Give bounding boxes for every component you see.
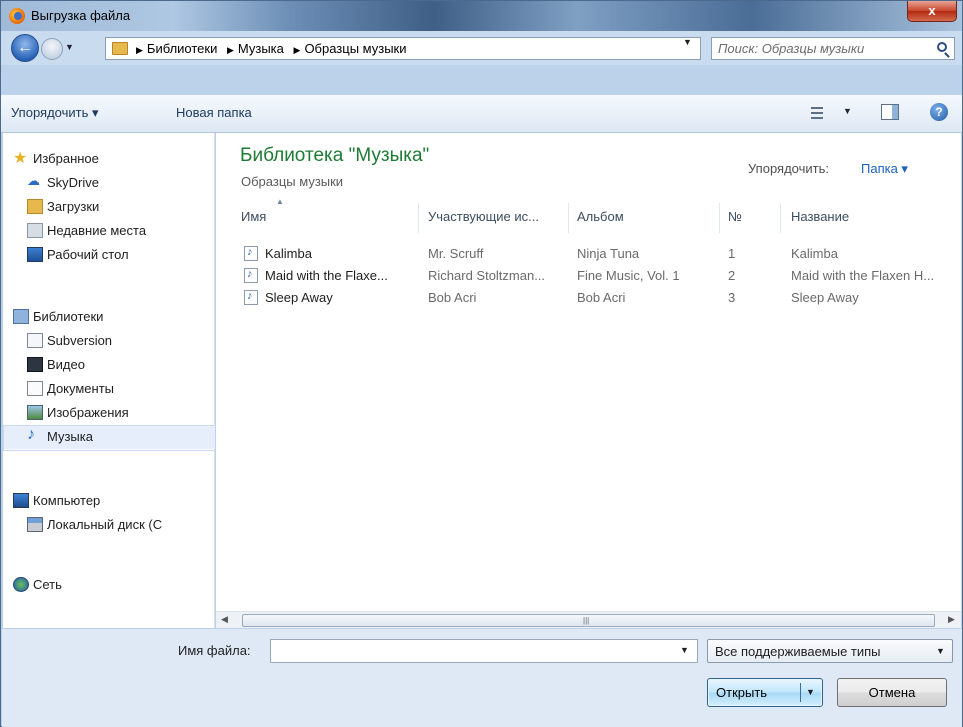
nav-item-recent-places[interactable]: Недавние места [3,219,215,243]
audio-file-icon [244,268,258,283]
hard-drive-icon [27,517,43,532]
search-input[interactable]: Поиск: Образцы музыки [718,41,864,56]
column-header-number[interactable]: № [728,209,742,233]
breadcrumb-music[interactable]: Музыка [238,41,284,56]
nav-item-network[interactable]: Сеть [3,573,215,597]
images-icon [27,405,43,420]
cancel-button[interactable]: Отмена [837,678,947,707]
title-bar: Выгрузка файла x [1,1,962,31]
nav-item-downloads[interactable]: Загрузки [3,195,215,219]
grip-icon: ||| [583,616,590,625]
column-header-album[interactable]: Альбом [577,209,624,233]
nav-item-images[interactable]: Изображения [3,401,215,425]
new-folder-button[interactable]: Новая папка [176,105,252,120]
music-note-icon: ♪ [27,426,35,443]
folder-icon [112,42,128,55]
preview-pane-icon[interactable] [881,104,899,120]
window-title: Выгрузка файла [31,8,131,23]
library-subtitle: Образцы музыки [241,174,344,189]
filename-dropdown-icon[interactable]: ▼ [680,645,689,655]
file-row[interactable]: Maid with the Flaxe... Richard Stoltzman… [232,265,961,287]
search-box[interactable]: Поиск: Образцы музыки [711,37,955,60]
arrange-by-dropdown[interactable]: Папка ▾ [861,161,908,177]
column-divider[interactable] [568,203,569,233]
search-icon[interactable] [937,42,947,52]
command-bar: Упорядочить ▾ Новая папка ▼ ? [1,95,962,133]
chevron-right-icon: ▶ [293,45,301,55]
file-row[interactable]: Kalimba Mr. Scruff Ninja Tuna 1 Kalimba [232,243,961,265]
file-type-dropdown-icon[interactable]: ▼ [936,646,945,656]
split-divider [800,683,801,702]
nav-item-video[interactable]: Видео [3,353,215,377]
cancel-button-label: Отмена [868,685,916,700]
open-button-label: Открыть [716,685,768,700]
view-options-icon[interactable] [809,105,837,121]
document-library-icon [27,333,43,348]
column-header-title[interactable]: Название [791,209,849,233]
arrange-by-label: Упорядочить: [748,161,829,176]
network-icon [13,577,29,592]
computer-icon [13,493,29,508]
nav-item-local-disk[interactable]: Локальный диск (C [3,513,215,537]
view-dropdown-icon[interactable]: ▼ [843,106,852,116]
desktop-icon [27,247,43,262]
file-list-view: Библиотека "Музыка" Образцы музыки Упоря… [216,133,961,611]
address-history-dropdown-icon[interactable]: ▼ [683,37,692,47]
nav-item-subversion[interactable]: Subversion [3,329,215,353]
filename-label: Имя файла: [178,643,251,658]
breadcrumb-libraries[interactable]: Библиотеки [147,41,217,56]
libraries-icon [13,309,29,324]
forward-button[interactable] [41,38,63,60]
library-title: Библиотека "Музыка" [240,145,430,166]
filename-field[interactable]: ▼ [270,639,698,663]
organize-button[interactable]: Упорядочить ▾ [11,105,99,121]
breadcrumb: ▶ Библиотеки ▶ Музыка ▶ Образцы музыки [134,41,411,56]
column-divider[interactable] [418,203,419,233]
documents-icon [27,381,43,396]
column-divider[interactable] [780,203,781,233]
recent-places-icon [27,223,43,238]
address-row: ← ▼ ▶ Библиотеки ▶ Музыка ▶ Образцы музыки … [1,31,962,65]
downloads-folder-icon [27,199,43,214]
file-upload-dialog: Выгрузка файла x ← ▼ ▶ Библиотеки ▶ Музыка… [0,0,963,727]
cloud-icon: ☁ [27,173,40,188]
column-header-name[interactable]: Имя [241,209,266,233]
open-button[interactable]: Открыть ▼ [707,678,823,707]
column-divider[interactable] [719,203,720,233]
nav-item-desktop[interactable]: Рабочий стол [3,243,215,267]
recent-pages-dropdown-icon[interactable]: ▼ [65,42,74,52]
audio-file-icon [244,246,258,261]
chevron-right-icon: ▶ [136,45,143,55]
address-bar[interactable]: ▶ Библиотеки ▶ Музыка ▶ Образцы музыки [105,37,701,60]
nav-item-documents[interactable]: Документы [3,377,215,401]
video-icon [27,357,43,372]
column-header-artists[interactable]: Участвующие ис... [428,209,539,233]
scrollbar-thumb[interactable]: ||| [242,614,935,627]
file-type-value: Все поддерживаемые типы [715,644,881,659]
navigation-pane: ★ Избранное ☁ SkyDrive Загрузки Недавние… [3,133,217,628]
nav-item-computer[interactable]: Компьютер [3,489,215,513]
file-row[interactable]: Sleep Away Bob Acri Bob Acri 3 Sleep Awa… [232,287,961,309]
help-icon[interactable]: ? [930,103,948,121]
close-button[interactable]: x [907,1,957,22]
dialog-footer: Имя файла: ▼ Все поддерживаемые типы ▼ О… [2,629,962,727]
audio-file-icon [244,290,258,305]
nav-item-libraries[interactable]: Библиотеки [3,305,215,329]
file-type-select[interactable]: Все поддерживаемые типы ▼ [707,639,953,663]
star-icon: ★ [13,150,28,167]
nav-item-skydrive[interactable]: ☁ SkyDrive [3,171,215,195]
breadcrumb-sample-music[interactable]: Образцы музыки [304,41,406,56]
horizontal-scrollbar[interactable]: ◀ ||| ▶ [216,611,961,628]
back-button[interactable]: ← [11,34,39,62]
sort-ascending-icon: ▲ [276,197,284,206]
open-options-dropdown-icon[interactable]: ▼ [806,687,815,697]
firefox-icon [9,8,25,24]
nav-item-music[interactable]: ♪ Музыка [3,425,217,451]
scroll-right-icon[interactable]: ▶ [948,614,955,625]
scroll-left-icon[interactable]: ◀ [221,614,228,625]
nav-item-favorites[interactable]: ★ Избранное [3,147,215,171]
chevron-right-icon: ▶ [226,45,234,55]
